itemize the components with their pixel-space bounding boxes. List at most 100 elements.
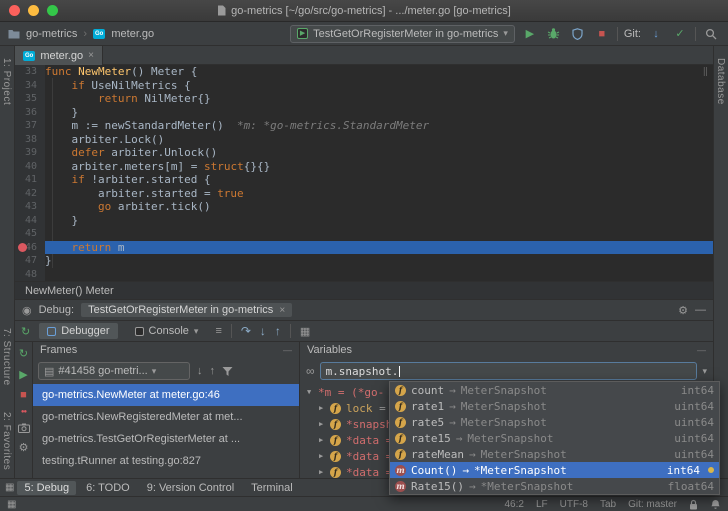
next-frame-icon[interactable]: ↓ [197, 365, 203, 377]
tab-terminal[interactable]: Terminal [244, 481, 300, 495]
line-ending[interactable]: LF [536, 499, 548, 510]
gutter[interactable]: 44 [15, 214, 45, 228]
collapse-icon[interactable]: ▶ [319, 452, 330, 460]
expand-icon[interactable]: ▼ [307, 388, 318, 396]
breadcrumb-function[interactable]: NewMeter() Meter [25, 285, 114, 297]
hide-panel-icon[interactable]: — [697, 345, 706, 355]
caret-position[interactable]: 46:2 [504, 499, 523, 510]
step-out-icon[interactable]: ↑ [275, 324, 281, 338]
evaluate-expression-input[interactable]: m.snapshot. [320, 362, 698, 380]
document-icon [217, 5, 226, 16]
navigation-bar: go-metrics › Go meter.go ▶ TestGetOrRegi… [0, 22, 728, 46]
git-branch[interactable]: Git: master [628, 499, 677, 510]
relevance-dot-icon [708, 467, 714, 473]
close-session-icon[interactable]: × [279, 305, 285, 316]
zoom-window-button[interactable] [47, 5, 58, 16]
tab-debug[interactable]: 5: Debug [17, 481, 76, 495]
code-editor[interactable]: ‖ 33func NewMeter() Meter { 34 if UseNil… [15, 65, 713, 281]
settings-gear-icon[interactable]: ⚙ [19, 441, 29, 454]
collapse-icon[interactable]: ▶ [319, 468, 330, 476]
frame-row[interactable]: go-metrics.NewRegisteredMeter at met... [33, 406, 299, 428]
gutter[interactable]: 34 [15, 79, 45, 93]
rerun-icon[interactable]: ↻ [19, 347, 28, 360]
run-configuration-select[interactable]: ▶ TestGetOrRegisterMeter in go-metrics ▾ [290, 25, 515, 43]
frame-row[interactable]: go-metrics.NewMeter at meter.go:46 [33, 384, 299, 406]
camera-icon[interactable] [18, 423, 30, 433]
sidebar-item-project[interactable]: 1: Project [1, 58, 12, 105]
resume-icon[interactable]: ▶ [19, 368, 27, 381]
window-title: go-metrics [~/go/src/go-metrics] - .../m… [231, 5, 511, 17]
close-window-button[interactable] [9, 5, 20, 16]
gutter[interactable]: 35 [15, 92, 45, 106]
gutter[interactable]: 33 [15, 65, 45, 79]
collapse-icon[interactable]: ▶ [319, 420, 330, 428]
gutter[interactable]: 42 [15, 187, 45, 201]
gutter[interactable]: 47 [15, 254, 45, 268]
step-over-icon[interactable]: ↷ [241, 324, 251, 338]
hide-panel-icon[interactable]: — [283, 345, 292, 355]
editor-tab-meter-go[interactable]: Go meter.go × [15, 46, 103, 65]
tool-windows-grid-icon[interactable]: ▦ [5, 482, 14, 493]
view-breakpoints-icon[interactable]: ●● [21, 409, 26, 415]
gutter-breakpoint[interactable]: 46 [15, 241, 45, 255]
tab-todo[interactable]: 6: TODO [79, 481, 137, 495]
frame-row[interactable]: go-metrics.TestGetOrRegisterMeter at ... [33, 428, 299, 450]
thread-select[interactable]: ▤ #41458 go-metri... ▾ [38, 362, 190, 380]
encoding[interactable]: UTF-8 [560, 499, 588, 510]
completion-item[interactable]: frate5→MeterSnapshotuint64 [390, 414, 719, 430]
run-with-coverage-button[interactable] [569, 25, 587, 43]
collapse-icon[interactable]: ▶ [319, 404, 330, 412]
stop-icon[interactable]: ■ [20, 389, 27, 401]
debug-session-tab[interactable]: TestGetOrRegisterMeter in go-metrics × [81, 303, 292, 317]
breadcrumb-file[interactable]: meter.go [111, 28, 154, 40]
gutter[interactable]: 40 [15, 160, 45, 174]
field-icon: f [395, 385, 406, 396]
chevron-down-icon[interactable]: ▾ [702, 366, 707, 377]
completion-item-selected[interactable]: mCount()→*MeterSnapshotint64 [390, 462, 719, 478]
tab-debugger[interactable]: Debugger [39, 323, 117, 339]
vcs-commit-button[interactable]: ✓ [671, 25, 689, 43]
completion-item[interactable]: fcount→MeterSnapshotint64 [390, 382, 719, 398]
gutter[interactable]: 39 [15, 146, 45, 160]
notifications-bell-icon[interactable] [710, 499, 721, 510]
coverage-shield-icon [572, 28, 583, 40]
lock-icon[interactable] [689, 499, 698, 510]
step-into-icon[interactable]: ↓ [260, 324, 266, 338]
filter-funnel-icon[interactable] [222, 366, 233, 377]
hide-tool-window-icon[interactable]: — [695, 304, 706, 316]
search-everywhere-button[interactable] [702, 25, 720, 43]
tool-window-toggle-icon[interactable]: ▦ [7, 499, 16, 510]
rerun-icon[interactable]: ↻ [21, 325, 30, 338]
gutter[interactable]: 43 [15, 200, 45, 214]
frame-row[interactable]: testing.tRunner at testing.go:827 [33, 450, 299, 472]
tab-version-control[interactable]: 9: Version Control [140, 481, 241, 495]
completion-item[interactable]: frateMean→MeterSnapshotuint64 [390, 446, 719, 462]
gutter[interactable]: 41 [15, 173, 45, 187]
minimize-window-button[interactable] [28, 5, 39, 16]
tab-console[interactable]: Console▾ [127, 323, 207, 339]
evaluate-expression-icon[interactable]: ▦ [300, 325, 310, 338]
editor-tab-label: meter.go [40, 50, 83, 62]
completion-item[interactable]: frate15→MeterSnapshotuint64 [390, 430, 719, 446]
layout-menu-icon[interactable]: ≡ [215, 325, 221, 337]
debug-button[interactable] [545, 25, 563, 43]
sidebar-item-database[interactable]: Database [715, 58, 726, 105]
sidebar-item-favorites[interactable]: 2: Favorites [1, 412, 12, 470]
gutter[interactable]: 37 [15, 119, 45, 133]
collapse-icon[interactable]: ▶ [319, 436, 330, 444]
stop-button[interactable]: ■ [593, 25, 611, 43]
completion-item[interactable]: mRate15()→*MeterSnapshotfloat64 [390, 478, 719, 494]
sidebar-item-structure[interactable]: 7: Structure [1, 328, 12, 386]
completion-item[interactable]: frate1→MeterSnapshotuint64 [390, 398, 719, 414]
close-tab-icon[interactable]: × [88, 50, 94, 61]
breadcrumb-project[interactable]: go-metrics [26, 28, 77, 40]
gutter[interactable]: 36 [15, 106, 45, 120]
gear-icon[interactable]: ⚙ [678, 304, 688, 317]
previous-frame-icon[interactable]: ↑ [210, 365, 216, 377]
gutter[interactable]: 45 [15, 227, 45, 241]
indent-style[interactable]: Tab [600, 499, 616, 510]
gutter[interactable]: 48 [15, 268, 45, 282]
vcs-update-button[interactable]: ↓ [647, 25, 665, 43]
run-button[interactable]: ▶ [521, 25, 539, 43]
gutter[interactable]: 38 [15, 133, 45, 147]
